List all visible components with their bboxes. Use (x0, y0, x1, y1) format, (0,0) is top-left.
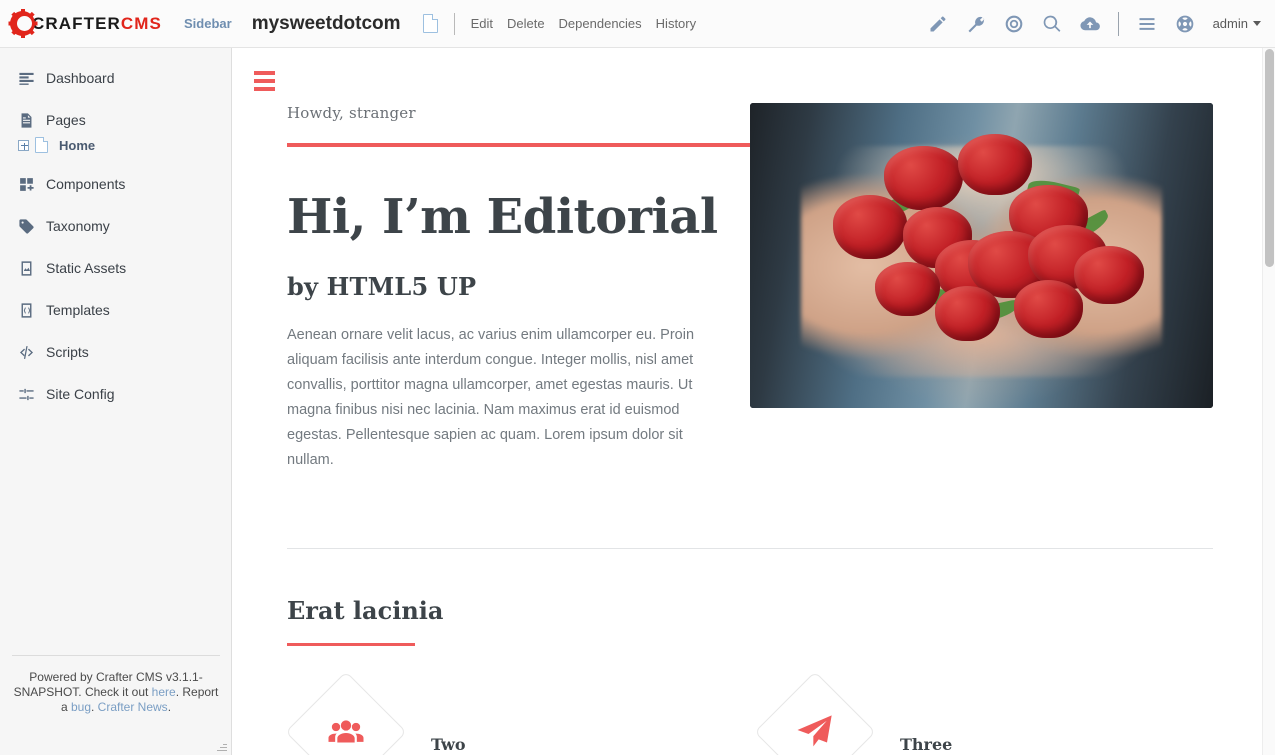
feature-icon-wrap (285, 671, 407, 755)
gear-icon (8, 9, 37, 38)
target-icon[interactable] (1004, 14, 1024, 34)
components-icon (18, 176, 35, 193)
delete-button[interactable]: Delete (507, 16, 545, 31)
tag-icon (18, 218, 35, 235)
sidebar-child-label: Home (59, 137, 96, 153)
dashboard-icon (18, 70, 35, 87)
paper-plane-icon (756, 673, 874, 755)
sidebar-item-dashboard[interactable]: Dashboard (0, 64, 231, 92)
plus-box-icon[interactable] (18, 139, 29, 151)
site-preview-frame: Howdy, stranger Hi, I’m Editorial by HTM… (232, 48, 1263, 755)
pencil-icon[interactable] (928, 14, 948, 34)
footer-link-here[interactable]: here (152, 685, 176, 699)
footer-link-bug[interactable]: bug (71, 700, 91, 714)
footer-text-3: . (91, 700, 98, 714)
sidebar-item-home[interactable]: Home (0, 134, 231, 156)
feature-card-three: Three Aenean ornare velit lacus, ac vari… (754, 671, 1216, 755)
cloud-upload-icon[interactable] (1080, 14, 1100, 34)
footer-text-4: . (167, 700, 172, 714)
sidebar-item-static-assets[interactable]: Static Assets (0, 254, 231, 282)
page-actions-toolbar: Edit Delete Dependencies History (471, 16, 697, 31)
sidebar-item-label: Components (46, 176, 126, 192)
logo-text-cms: CMS (120, 13, 162, 33)
site-title: mysweetdotcom (251, 12, 401, 34)
image-icon (18, 260, 35, 277)
sidebar-item-scripts[interactable]: Scripts (0, 338, 231, 366)
section-title-rule (287, 643, 415, 646)
crafter-logo[interactable]: CRAFTERCMS (8, 9, 162, 38)
sidebar-item-taxonomy[interactable]: Taxonomy (0, 212, 231, 240)
sidebar-item-label: Taxonomy (46, 218, 110, 234)
search-icon[interactable] (1042, 14, 1062, 34)
feature-text: Three Aenean ornare velit lacus, ac vari… (900, 673, 1200, 755)
section-title: Erat lacinia (287, 596, 444, 625)
logo-text-crafter: CRAFTER (32, 13, 121, 33)
admin-menu[interactable]: admin (1213, 16, 1261, 31)
sidebar-item-label: Static Assets (46, 260, 127, 276)
top-bar: CRAFTERCMS Sidebar mysweetdotcom Edit De… (0, 0, 1275, 48)
hero-body-text: Aenean ornare velit lacus, ac varius eni… (287, 327, 695, 468)
admin-label: admin (1212, 16, 1248, 31)
sidebar-item-label: Scripts (46, 344, 89, 360)
template-icon (18, 302, 35, 319)
vertical-scrollbar[interactable] (1262, 48, 1275, 755)
top-icon-bar: admin (928, 11, 1275, 36)
feature-title: Two (431, 735, 466, 754)
document-icon[interactable] (422, 14, 438, 33)
hero-image-strawberries (750, 103, 1213, 408)
sidebar-item-pages[interactable]: Pages (0, 106, 231, 134)
strawberries (750, 103, 1213, 408)
toolbar-divider (453, 12, 455, 35)
sidebar-toggle-button[interactable]: Sidebar (184, 16, 232, 31)
dependencies-button[interactable]: Dependencies (559, 16, 642, 31)
edit-button[interactable]: Edit (471, 16, 493, 31)
sidebar-group-pages: Pages Home (0, 106, 231, 156)
sidebar-item-label: Dashboard (46, 70, 115, 86)
sidebar-item-components[interactable]: Components (0, 170, 231, 198)
sidebar-item-site-config[interactable]: Site Config (0, 380, 231, 408)
sidebar-footer: Powered by Crafter CMS v3.1.1-SNAPSHOT. … (0, 655, 232, 715)
feature-card-two: Two Aenean ornare velit lacus, ac varius… (285, 671, 747, 755)
sidebar-nav: Dashboard Pages Home Components Taxonomy… (0, 48, 231, 408)
greeting-text: Howdy, stranger (287, 104, 416, 122)
feature-text: Two Aenean ornare velit lacus, ac varius… (431, 673, 731, 755)
sliders-icon (18, 386, 35, 403)
wrench-icon[interactable] (966, 14, 986, 34)
scrollbar-thumb[interactable] (1265, 49, 1274, 267)
pages-document-icon (18, 112, 35, 129)
sidebar-resize-grip[interactable] (217, 741, 227, 751)
logo-text: CRAFTERCMS (32, 14, 162, 34)
sidebar-item-templates[interactable]: Templates (0, 296, 231, 324)
history-button[interactable]: History (656, 16, 696, 31)
hamburger-menu-icon[interactable] (1137, 14, 1157, 34)
feature-title: Three (900, 735, 953, 754)
footer-text: Powered by Crafter CMS v3.1.1-SNAPSHOT. … (12, 670, 220, 715)
icon-divider (1117, 11, 1119, 36)
feature-icon-wrap (754, 671, 876, 755)
footer-link-crafter-news[interactable]: Crafter News (98, 700, 168, 714)
sidebar-item-label: Site Config (46, 386, 115, 402)
sidebar-item-label: Pages (46, 112, 86, 128)
footer-divider (12, 655, 220, 656)
sidebar-item-label: Templates (46, 302, 110, 318)
hamburger-menu-icon[interactable] (254, 71, 275, 95)
globe-help-icon[interactable] (1175, 14, 1195, 34)
chevron-down-icon (1253, 21, 1261, 26)
code-icon (18, 344, 35, 361)
section-divider (287, 548, 1213, 549)
users-group-icon (287, 673, 405, 755)
sidebar: Dashboard Pages Home Components Taxonomy… (0, 48, 232, 755)
document-icon (35, 137, 48, 153)
